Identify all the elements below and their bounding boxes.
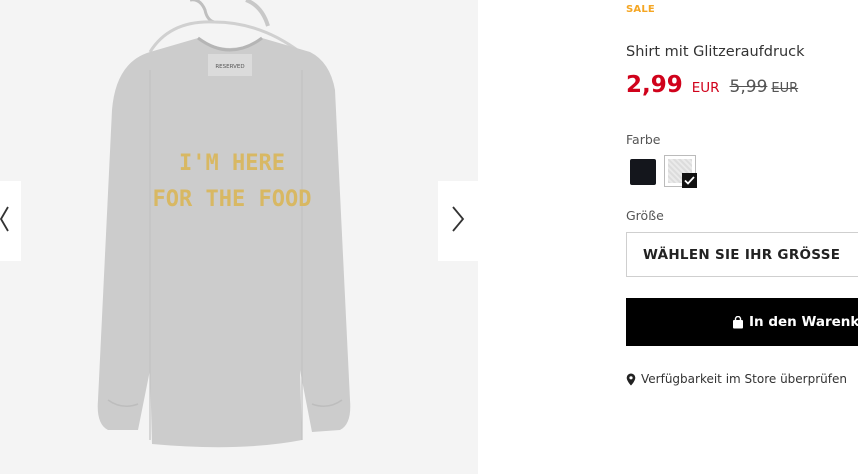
size-label: Größe xyxy=(626,208,664,223)
old-currency: EUR xyxy=(771,81,799,96)
store-availability-label: Verfügbarkeit im Store überprüfen xyxy=(641,372,847,386)
neck-label-text: RESERVED xyxy=(215,64,244,70)
current-price: 2,99 xyxy=(626,72,683,98)
sale-badge: SALE xyxy=(626,4,655,15)
chevron-right-icon xyxy=(451,205,465,237)
product-image: RESERVED I'M HERE FOR THE FOOD xyxy=(97,0,351,448)
checkmark-icon xyxy=(682,173,697,188)
color-label: Farbe xyxy=(626,132,661,147)
old-price: 5,99 xyxy=(729,77,768,97)
chevron-left-icon xyxy=(0,205,10,237)
size-select[interactable]: WÄHLEN SIE IHR GRÖSSE xyxy=(626,232,858,277)
color-swatch-black[interactable] xyxy=(630,159,656,185)
add-to-cart-label: In den Warenkorb xyxy=(749,314,858,330)
add-to-cart-button[interactable]: In den Warenkorb xyxy=(626,298,858,346)
shopping-bag-icon xyxy=(732,315,744,329)
print-line-1: I'M HERE xyxy=(179,151,285,176)
color-swatch-grey[interactable] xyxy=(664,155,697,188)
map-pin-icon xyxy=(626,373,636,386)
current-currency: EUR xyxy=(691,80,720,96)
gallery-next-button[interactable] xyxy=(438,181,478,261)
store-availability-link[interactable]: Verfügbarkeit im Store überprüfen xyxy=(626,372,847,386)
product-image-gallery: RESERVED I'M HERE FOR THE FOOD xyxy=(0,0,478,474)
product-title: Shirt mit Glitzeraufdruck xyxy=(626,44,805,60)
print-line-2: FOR THE FOOD xyxy=(153,187,312,212)
price-row: 2,99 EUR 5,99 EUR xyxy=(626,72,798,98)
gallery-prev-button[interactable] xyxy=(0,181,21,261)
